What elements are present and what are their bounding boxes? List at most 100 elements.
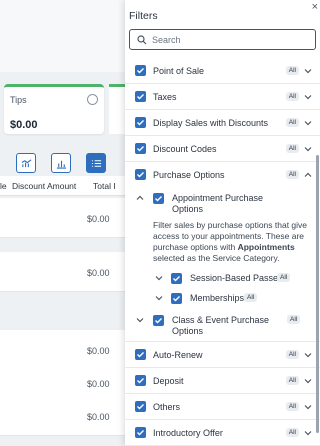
checkbox-checked[interactable] [153, 315, 164, 326]
all-badge: All [285, 402, 299, 411]
panel-scrollbar[interactable] [316, 155, 319, 433]
chevron-down-icon[interactable] [303, 118, 313, 128]
chevron-down-icon[interactable] [154, 273, 164, 283]
tips-summary-card[interactable]: Tips $0.00 [4, 84, 104, 134]
chevron-down-icon[interactable] [303, 350, 313, 360]
chevron-down-icon[interactable] [303, 376, 313, 386]
checkbox-checked[interactable] [135, 169, 146, 180]
filter-item-point-of-sale[interactable]: Point of Sale All [125, 58, 320, 84]
check-icon [155, 196, 162, 202]
checkbox-checked[interactable] [135, 401, 146, 412]
chevron-down-icon[interactable] [303, 402, 313, 412]
discount-amount: $0.00 [87, 268, 110, 278]
tips-radio[interactable] [87, 94, 98, 105]
check-icon [155, 318, 162, 324]
filter-item-others[interactable]: Others All [125, 394, 320, 420]
discount-amount: $0.00 [87, 412, 110, 422]
column-header-total: Total I [93, 181, 116, 191]
filter-item-discount-codes[interactable]: Discount Codes All [125, 136, 320, 162]
all-badge: All [244, 293, 258, 302]
check-icon [137, 94, 144, 100]
search-icon [137, 35, 147, 45]
check-icon [137, 430, 144, 436]
table-row: $0.00 [0, 396, 125, 436]
discount-amount: $0.00 [87, 379, 110, 389]
filter-label: Discount Codes [153, 144, 217, 154]
filter-item-purchase-options[interactable]: Purchase Options All [125, 162, 320, 188]
check-icon [137, 172, 144, 178]
session-based-passes-label: Session-Based Passes [190, 273, 283, 283]
summary-card-partial[interactable] [109, 84, 125, 134]
check-icon [137, 404, 144, 410]
checkbox-checked[interactable] [135, 375, 146, 386]
filter-label: Display Sales with Discounts [153, 118, 269, 128]
trend-chart-view-button[interactable] [16, 153, 36, 173]
appointment-options-description: Filter sales by purchase options that gi… [153, 220, 313, 264]
close-icon[interactable]: × [312, 2, 318, 13]
bar-chart-icon [56, 160, 66, 169]
check-icon [137, 146, 144, 152]
filter-label: Purchase Options [153, 170, 225, 180]
all-badge: All [285, 66, 299, 75]
memberships-label: Memberships [190, 293, 245, 303]
filters-panel: Filters × Point of Sale All Taxes All Di… [125, 0, 320, 446]
checkbox-checked[interactable] [135, 117, 146, 128]
filter-item-introductory-offer[interactable]: Introductory Offer All [125, 420, 320, 446]
label-line: Options [172, 204, 204, 214]
filter-label: Others [153, 402, 181, 412]
check-icon [173, 276, 180, 282]
table-row: $0.00 [0, 252, 125, 292]
all-badge: All [287, 315, 301, 324]
filter-label: Introductory Offer [153, 428, 223, 438]
column-header-discount-amount: Discount Amount [12, 181, 77, 191]
filter-item-deposit[interactable]: Deposit All [125, 368, 320, 394]
filter-item-display-sales-with-discounts[interactable]: Display Sales with Discounts All [125, 110, 320, 136]
list-view-button[interactable] [86, 153, 106, 173]
checkbox-checked[interactable] [171, 273, 182, 284]
checkbox-checked[interactable] [135, 91, 146, 102]
filter-item-auto-renew[interactable]: Auto-Renew All [125, 342, 320, 368]
checkbox-checked[interactable] [153, 193, 164, 204]
tips-label: Tips [10, 95, 27, 105]
checkbox-checked[interactable] [135, 349, 146, 360]
filter-label: Point of Sale [153, 66, 205, 76]
filter-label: Taxes [153, 92, 177, 102]
chevron-down-icon[interactable] [154, 293, 164, 303]
all-badge: All [285, 170, 299, 179]
chevron-up-icon[interactable] [303, 170, 313, 180]
tips-value: $0.00 [10, 119, 38, 131]
filter-item-taxes[interactable]: Taxes All [125, 84, 320, 110]
bar-chart-view-button[interactable] [51, 153, 71, 173]
table-header: le Discount Amount Total I [0, 176, 125, 196]
chevron-down-icon[interactable] [135, 315, 145, 325]
appointment-purchase-options-label: Appointment Purchase Options [172, 193, 263, 215]
chevron-down-icon[interactable] [303, 92, 313, 102]
filter-label: Auto-Renew [153, 350, 203, 360]
all-badge: All [285, 376, 299, 385]
check-icon [137, 68, 144, 74]
chevron-down-icon[interactable] [303, 66, 313, 76]
all-badge: All [285, 118, 299, 127]
description-bold: Appointments [237, 242, 295, 252]
checkbox-checked[interactable] [135, 143, 146, 154]
trend-chart-icon [21, 158, 31, 167]
checkbox-checked[interactable] [135, 65, 146, 76]
checkbox-checked[interactable] [171, 293, 182, 304]
check-icon [173, 296, 180, 302]
header-area [0, 0, 125, 72]
check-icon [137, 120, 144, 126]
all-badge: All [285, 92, 299, 101]
search-field[interactable] [129, 29, 316, 50]
checkbox-checked[interactable] [135, 427, 146, 438]
discount-amount: $0.00 [87, 214, 110, 224]
description-text: selected as the Service Category. [153, 253, 280, 263]
chevron-up-icon[interactable] [135, 193, 145, 203]
chevron-down-icon[interactable] [303, 428, 313, 438]
filter-label: Deposit [153, 376, 184, 386]
chevron-down-icon[interactable] [303, 144, 313, 154]
list-icon [91, 159, 101, 167]
search-input[interactable] [152, 32, 312, 47]
table-row: $0.00 [0, 198, 125, 238]
class-event-purchase-options-label: Class & Event Purchase Options [172, 315, 269, 337]
column-header: le [0, 181, 7, 191]
